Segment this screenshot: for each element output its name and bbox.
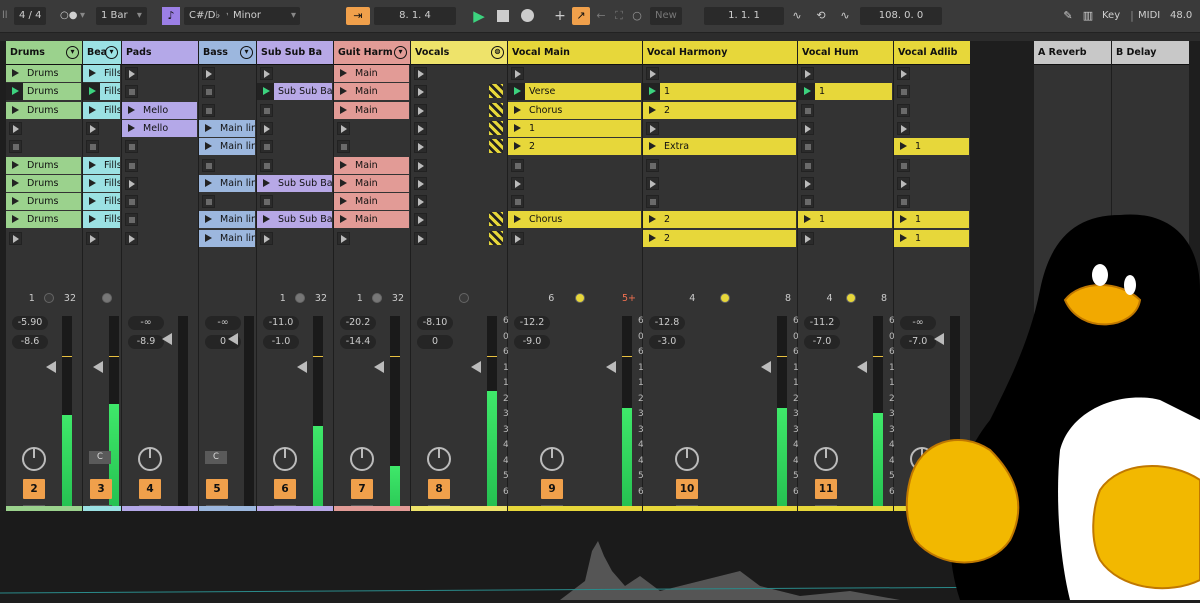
tux-penguin-logo	[905, 214, 1200, 600]
